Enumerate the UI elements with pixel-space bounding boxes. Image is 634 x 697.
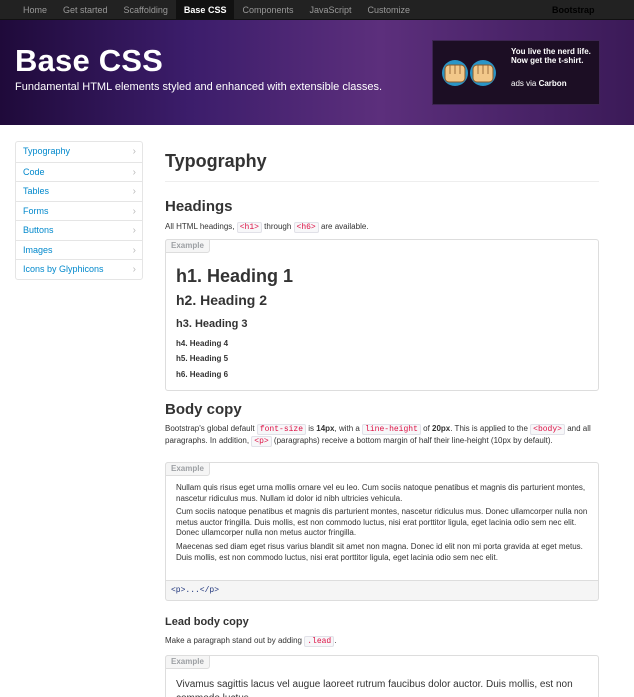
chevron-right-icon: › — [132, 166, 136, 178]
body-copy-title: Body copy — [165, 401, 242, 418]
heading-4-sample: h4. Heading 4 — [176, 339, 229, 348]
sidebar-item-label: Buttons — [23, 225, 54, 235]
sidebar-nav: Typography › Code › Tables › Forms › Buttons… — [15, 141, 143, 280]
heading-6-sample: h6. Heading 6 — [176, 370, 229, 379]
body-copy-example: Example Nullam quis risus eget urna moll… — [165, 462, 599, 581]
code-line-height: line-height — [362, 424, 421, 435]
sidebar-item-label: Tables — [23, 186, 50, 196]
code-p: <p> — [251, 436, 272, 447]
sidebar-item-label: Images — [23, 244, 53, 255]
text: of — [420, 424, 433, 433]
text: are available. — [318, 222, 369, 231]
heading-3-sample: h3. Heading 3 — [176, 318, 248, 330]
nav-javascript[interactable]: JavaScript — [301, 0, 359, 20]
heading-1-sample: h1. Heading 1 — [176, 266, 294, 286]
code-h6: <h6> — [293, 222, 319, 233]
headings-description: All HTML headings, <h1> through <h6> are… — [165, 221, 599, 233]
chevron-right-icon: › — [132, 146, 136, 157]
chevron-right-icon: › — [132, 186, 136, 197]
top-navbar: Home Get started Scaffolding Base CSS Co… — [0, 0, 634, 20]
sidebar-item-label: Icons by Glyphicons — [23, 264, 104, 274]
ad-fists-icon — [439, 55, 503, 91]
chevron-right-icon: › — [132, 225, 136, 236]
chevron-right-icon: › — [132, 205, 136, 217]
sidebar-item-forms[interactable]: Forms › — [16, 200, 142, 221]
headings-title: Headings — [165, 198, 233, 215]
heading-2-sample: h2. Heading 2 — [176, 292, 268, 308]
brand-link[interactable]: Bootstrap — [552, 0, 595, 20]
code-h1: <h1> — [236, 222, 262, 233]
example-paragraph: Nullam quis risus eget urna mollis ornar… — [176, 483, 586, 503]
nav-base-css[interactable]: Base CSS — [175, 0, 235, 20]
sidebar-item-tables[interactable]: Tables › — [16, 181, 142, 201]
text: (paragraphs) receive a bottom margin of … — [271, 436, 553, 445]
hero-banner: Base CSS Fundamental HTML elements style… — [0, 20, 634, 125]
bold-value: 20px — [432, 424, 451, 433]
example-paragraph: Maecenas sed diam eget risus varius blan… — [176, 542, 583, 562]
example-label: Example — [165, 655, 210, 669]
nav-get-started[interactable]: Get started — [55, 0, 116, 20]
chevron-right-icon: › — [132, 244, 136, 256]
ad-via[interactable]: ads via Carbon — [511, 79, 567, 88]
sidebar-item-label: Forms — [23, 205, 49, 216]
chevron-right-icon: › — [132, 264, 136, 275]
sidebar-item-buttons[interactable]: Buttons › — [16, 220, 142, 240]
sidebar-item-code[interactable]: Code › — [16, 161, 142, 182]
sidebar-item-label: Code — [23, 166, 45, 177]
nav-home[interactable]: Home — [15, 0, 55, 20]
ad-via-prefix: ads via — [511, 79, 539, 88]
sidebar-item-images[interactable]: Images › — [16, 239, 142, 260]
text: through — [261, 222, 294, 231]
ad-via-name[interactable]: Carbon — [539, 79, 567, 88]
sidebar-item-label: Typography — [23, 146, 71, 156]
heading-5-sample: h5. Heading 5 — [176, 354, 229, 363]
example-paragraph: Cum sociis natoque penatibus et magnis d… — [176, 507, 588, 537]
example-label: Example — [165, 239, 210, 253]
page-subheading: Fundamental HTML elements styled and enh… — [15, 81, 383, 93]
nav-scaffolding[interactable]: Scaffolding — [116, 0, 176, 20]
text: is — [306, 424, 317, 433]
nav-items: Home Get started Scaffolding Base CSS Co… — [15, 0, 418, 20]
sidebar-item-typography[interactable]: Typography › — [16, 142, 142, 162]
code-sample-block: <p>...</p> — [165, 581, 599, 601]
nav-components[interactable]: Components — [234, 0, 301, 20]
sidebar-item-icons[interactable]: Icons by Glyphicons › — [16, 259, 142, 279]
carbon-ad[interactable]: You live the nerd life. Now get the t-sh… — [432, 40, 600, 105]
code-body: <body> — [530, 424, 565, 435]
lead-example: Example Vivamus sagittis lacus vel augue… — [165, 655, 599, 697]
code-font-size: font-size — [256, 424, 307, 435]
text: . — [334, 636, 337, 645]
text: Make a paragraph stand out by adding — [165, 636, 305, 645]
text: , with a — [334, 424, 363, 433]
code-lead: .lead — [304, 636, 335, 647]
lead-paragraph: Vivamus sagittis lacus vel augue laoreet… — [176, 679, 573, 697]
lead-description: Make a paragraph stand out by adding .le… — [165, 635, 599, 647]
lead-title: Lead body copy — [165, 616, 249, 628]
text: Bootstrap's global default — [165, 424, 257, 433]
page-heading: Base CSS — [15, 43, 164, 78]
body-copy-description: Bootstrap's global default font-size is … — [165, 423, 599, 447]
headings-example: Example h1. Heading 1 h2. Heading 2 h3. … — [165, 239, 599, 391]
text: . This is applied to the — [450, 424, 531, 433]
bold-value: 14px — [316, 424, 335, 433]
text: All HTML headings, — [165, 222, 237, 231]
nav-customize[interactable]: Customize — [360, 0, 419, 20]
ad-text[interactable]: You live the nerd life. Now get the t-sh… — [511, 47, 597, 65]
example-label: Example — [165, 462, 210, 476]
section-title-typography: Typography — [165, 151, 267, 171]
divider — [165, 181, 599, 182]
